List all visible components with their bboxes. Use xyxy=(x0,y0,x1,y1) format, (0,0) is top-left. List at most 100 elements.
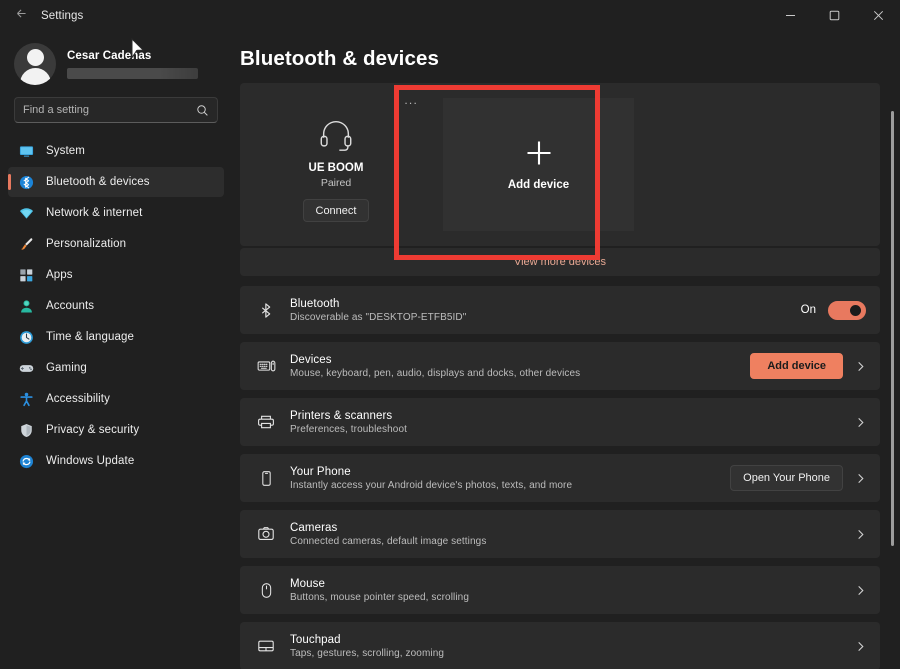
bluetooth-icon xyxy=(256,302,276,319)
sidebar-item-gaming[interactable]: Gaming xyxy=(8,353,224,383)
monitor-icon xyxy=(18,143,34,159)
chevron-right-icon[interactable] xyxy=(855,585,866,596)
settings-window: Settings Cesar Cadenas xyxy=(0,0,900,669)
row-controls xyxy=(855,417,866,428)
touchpad-icon xyxy=(256,637,276,655)
back-button[interactable] xyxy=(6,4,36,28)
minimize-icon xyxy=(785,10,796,21)
minimize-button[interactable] xyxy=(768,0,812,31)
close-button[interactable] xyxy=(856,0,900,31)
printer-icon xyxy=(256,413,276,431)
sidebar-item-apps[interactable]: Apps xyxy=(8,260,224,290)
wifi-icon xyxy=(18,205,34,221)
keyboard-mouse-icon xyxy=(256,357,276,376)
page-title: Bluetooth & devices xyxy=(240,47,880,71)
sidebar-item-network-internet[interactable]: Network & internet xyxy=(8,198,224,228)
row-controls: Open Your Phone xyxy=(730,465,866,491)
sidebar-item-privacy-security[interactable]: Privacy & security xyxy=(8,415,224,445)
maximize-button[interactable] xyxy=(812,0,856,31)
row-text: Cameras Connected cameras, default image… xyxy=(290,522,841,547)
paired-device-card[interactable]: ... UE BOOM Paired Connect xyxy=(240,83,432,246)
vertical-scrollbar[interactable] xyxy=(890,87,895,663)
chevron-right-icon[interactable] xyxy=(855,473,866,484)
row-text: Bluetooth Discoverable as "DESKTOP-ETFB5… xyxy=(290,298,787,323)
sidebar-item-accessibility[interactable]: Accessibility xyxy=(8,384,224,414)
row-mouse[interactable]: Mouse Buttons, mouse pointer speed, scro… xyxy=(240,566,880,614)
sidebar-item-label: Personalization xyxy=(46,238,126,250)
scrollbar-thumb[interactable] xyxy=(891,111,894,546)
sidebar-item-label: Privacy & security xyxy=(46,424,139,436)
more-options-icon[interactable]: ... xyxy=(404,94,418,106)
sidebar-item-label: Accounts xyxy=(46,300,94,312)
chevron-right-icon[interactable] xyxy=(855,361,866,372)
sidebar-item-windows-update[interactable]: Windows Update xyxy=(8,446,224,476)
row-text: Mouse Buttons, mouse pointer speed, scro… xyxy=(290,578,841,603)
close-icon xyxy=(873,10,884,21)
row-subtitle: Mouse, keyboard, pen, audio, displays an… xyxy=(290,368,736,379)
window-body: Cesar Cadenas xyxy=(0,31,900,669)
view-more-devices-link[interactable]: View more devices xyxy=(240,248,880,276)
camera-icon xyxy=(256,525,276,543)
search-input[interactable] xyxy=(23,104,196,116)
clock-icon xyxy=(18,329,34,345)
phone-icon xyxy=(256,470,276,487)
search-wrapper xyxy=(8,91,224,123)
sidebar-item-time-language[interactable]: Time & language xyxy=(8,322,224,352)
account-card[interactable]: Cesar Cadenas xyxy=(8,35,224,91)
sidebar-item-label: Apps xyxy=(46,269,73,281)
devices-panel: ... UE BOOM Paired Connect xyxy=(240,83,880,246)
row-cameras[interactable]: Cameras Connected cameras, default image… xyxy=(240,510,880,558)
row-devices[interactable]: Devices Mouse, keyboard, pen, audio, dis… xyxy=(240,342,880,390)
view-more-devices-label: View more devices xyxy=(514,256,606,268)
row-subtitle: Discoverable as "DESKTOP-ETFB5ID" xyxy=(290,312,787,323)
row-title: Mouse xyxy=(290,578,841,590)
connect-button[interactable]: Connect xyxy=(303,199,370,222)
device-status: Paired xyxy=(321,177,351,189)
row-subtitle: Connected cameras, default image setting… xyxy=(290,536,841,547)
mouse-icon xyxy=(256,582,276,599)
gamepad-icon xyxy=(18,360,34,376)
sidebar-item-bluetooth-devices[interactable]: Bluetooth & devices xyxy=(8,167,224,197)
sidebar-item-system[interactable]: System xyxy=(8,136,224,166)
row-subtitle: Instantly access your Android device's p… xyxy=(290,480,716,491)
row-subtitle: Buttons, mouse pointer speed, scrolling xyxy=(290,592,841,603)
sidebar-item-label: Bluetooth & devices xyxy=(46,176,150,188)
chevron-right-icon[interactable] xyxy=(855,529,866,540)
sidebar-item-label: Windows Update xyxy=(46,455,134,467)
row-your-phone[interactable]: Your Phone Instantly access your Android… xyxy=(240,454,880,502)
row-title: Devices xyxy=(290,354,736,366)
add-device-button[interactable]: Add device xyxy=(750,353,843,379)
accessibility-icon xyxy=(18,391,34,407)
account-icon xyxy=(18,298,34,314)
row-controls: Add device xyxy=(750,353,866,379)
plus-icon xyxy=(524,138,554,168)
sidebar-item-accounts[interactable]: Accounts xyxy=(8,291,224,321)
mouse-cursor xyxy=(131,38,146,64)
sidebar-item-personalization[interactable]: Personalization xyxy=(8,229,224,259)
open-your-phone-button[interactable]: Open Your Phone xyxy=(730,465,843,491)
add-device-card[interactable]: Add device xyxy=(443,98,634,231)
row-controls xyxy=(855,585,866,596)
apps-icon xyxy=(18,267,34,283)
sidebar: Cesar Cadenas xyxy=(0,31,232,669)
row-text: Your Phone Instantly access your Android… xyxy=(290,466,716,491)
add-device-label: Add device xyxy=(508,179,569,191)
paintbrush-icon xyxy=(18,236,34,252)
chevron-right-icon[interactable] xyxy=(855,417,866,428)
row-bluetooth[interactable]: Bluetooth Discoverable as "DESKTOP-ETFB5… xyxy=(240,286,880,334)
bluetooth-toggle-label: On xyxy=(801,304,816,316)
row-printers-scanners[interactable]: Printers & scanners Preferences, trouble… xyxy=(240,398,880,446)
row-controls xyxy=(855,641,866,652)
row-touchpad[interactable]: Touchpad Taps, gestures, scrolling, zoom… xyxy=(240,622,880,669)
row-title: Cameras xyxy=(290,522,841,534)
row-controls: On xyxy=(801,301,866,320)
chevron-right-icon[interactable] xyxy=(855,641,866,652)
bluetooth-toggle[interactable] xyxy=(828,301,866,320)
sidebar-item-label: Network & internet xyxy=(46,207,142,219)
row-controls xyxy=(855,529,866,540)
sidebar-item-label: System xyxy=(46,145,85,157)
headphones-icon xyxy=(317,114,355,154)
shield-icon xyxy=(18,422,34,438)
row-text: Touchpad Taps, gestures, scrolling, zoom… xyxy=(290,634,841,659)
search-box[interactable] xyxy=(14,97,218,123)
